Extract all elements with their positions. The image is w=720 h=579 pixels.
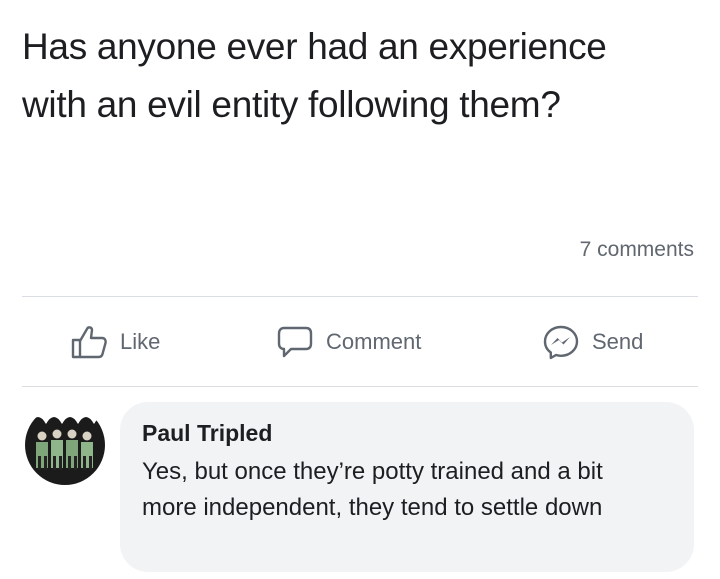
post-text: Has anyone ever had an experience with a… [22,26,607,125]
like-button[interactable]: Like [70,324,160,360]
comment-label: Comment [326,329,422,354]
comment-button[interactable]: Comment [276,324,421,360]
messenger-icon [542,324,580,360]
like-label: Like [120,329,161,354]
avatar-image [25,405,105,485]
divider-top [22,296,698,297]
action-bar: Like Comment Send [0,310,720,374]
thumbs-up-icon [70,325,108,359]
comment-bubble: Paul Tripled Yes, but once they’re potty… [120,402,694,572]
speech-bubble-icon [276,325,314,359]
post: Has anyone ever had an experience with a… [0,0,720,579]
avatar[interactable] [24,404,106,486]
send-button[interactable]: Send [542,324,643,360]
comment-count[interactable]: 7 comments [580,238,694,262]
send-label: Send [592,329,644,354]
divider-bottom [22,386,698,387]
comment-text: Yes, but once they’re potty trained and … [142,458,603,521]
comment-author[interactable]: Paul Tripled [142,420,272,447]
comment: Paul Tripled Yes, but once they’re potty… [0,398,720,579]
